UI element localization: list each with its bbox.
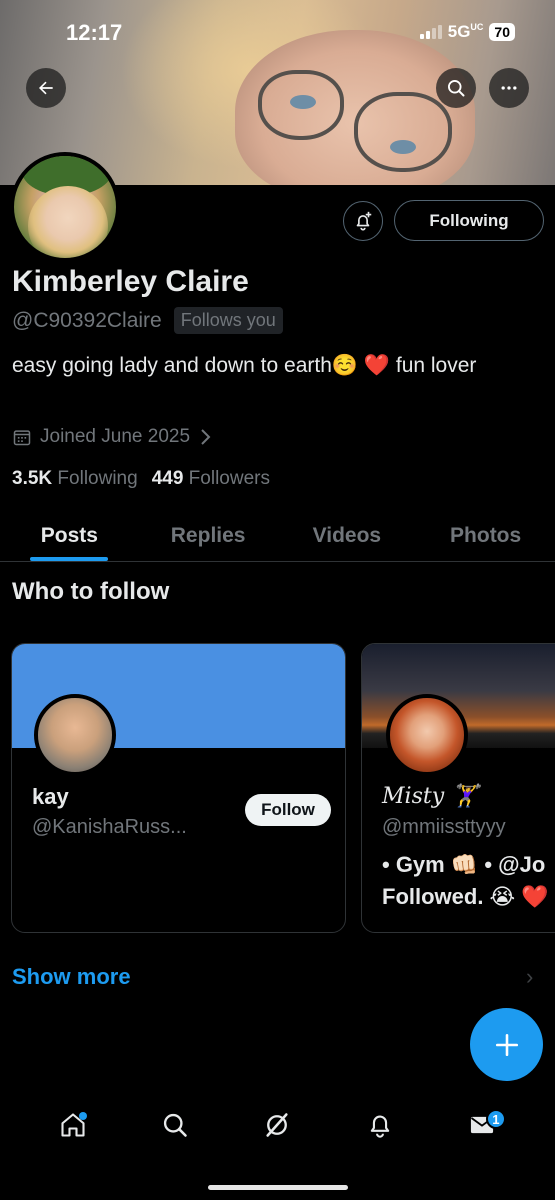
- search-icon: [164, 1113, 188, 1137]
- home-indicator: [207, 1185, 348, 1190]
- avatar[interactable]: [34, 694, 116, 776]
- profile-avatar[interactable]: [10, 152, 120, 262]
- chevron-right-icon: [201, 429, 211, 445]
- calendar-icon: [13, 430, 31, 446]
- profile-bio: easy going lady and down to earth☺️ ❤️ f…: [12, 354, 477, 377]
- status-indicators: 5GUC 70: [419, 22, 515, 42]
- following-stat[interactable]: 3.5K Following: [12, 468, 138, 490]
- tab-posts[interactable]: Posts: [0, 510, 139, 561]
- who-to-follow-title: Who to follow: [12, 578, 170, 605]
- profile-tabs: Posts Replies Videos Photos: [0, 510, 555, 562]
- search-button[interactable]: [436, 68, 476, 108]
- status-time: 12:17: [66, 20, 123, 45]
- back-button[interactable]: [26, 68, 66, 108]
- messages-badge: 1: [485, 1109, 506, 1129]
- follow-stats: 3.5K Following 449 Followers: [12, 468, 270, 490]
- handle-row: @C90392Claire Follows you: [12, 307, 283, 334]
- card-bio: • Gym 👊🏻 • @Jo Followed. 😭 ❤️: [382, 849, 549, 913]
- notifications-icon: [370, 1115, 389, 1138]
- bell-plus-icon: [356, 211, 372, 231]
- tab-photos[interactable]: Photos: [416, 510, 555, 561]
- followers-stat[interactable]: 449 Followers: [152, 468, 270, 490]
- chevron-right-icon: ›: [526, 964, 534, 989]
- profile-handle: @C90392Claire: [12, 308, 162, 332]
- compose-button[interactable]: [470, 1008, 543, 1081]
- signal-icon: [419, 25, 442, 39]
- nav-messages[interactable]: 1: [462, 1105, 506, 1145]
- suggestion-card[interactable]: Misty 🏋️‍♀️ @mmiissttyyy • Gym 👊🏻 • @Jo …: [361, 643, 555, 933]
- nav-grok[interactable]: [257, 1105, 297, 1145]
- follow-button[interactable]: Follow: [245, 794, 331, 826]
- search-icon: [448, 80, 465, 97]
- card-bio-line: Followed. 😭 ❤️: [382, 884, 549, 909]
- more-button[interactable]: [489, 68, 529, 108]
- battery-indicator: 70: [489, 23, 515, 41]
- nav-notifications[interactable]: [360, 1105, 400, 1145]
- following-button[interactable]: Following: [394, 200, 544, 241]
- nav-search[interactable]: [155, 1105, 195, 1145]
- tab-videos[interactable]: Videos: [278, 510, 417, 561]
- plus-icon: [495, 1033, 518, 1056]
- tab-replies[interactable]: Replies: [139, 510, 278, 561]
- grok-icon: [266, 1113, 289, 1137]
- joined-date[interactable]: Joined June 2025: [12, 426, 212, 448]
- follows-you-badge: Follows you: [173, 307, 283, 334]
- notify-button[interactable]: [343, 201, 383, 241]
- show-more-link[interactable]: Show more: [12, 964, 131, 990]
- bottom-nav: 1: [0, 1095, 555, 1155]
- avatar[interactable]: [386, 694, 468, 776]
- card-handle: @mmiissttyyy: [382, 816, 506, 838]
- card-name: kay: [32, 784, 69, 809]
- network-label: 5GUC: [447, 22, 484, 41]
- card-handle: @KanishaRuss...: [32, 816, 187, 838]
- nav-home[interactable]: [53, 1105, 93, 1145]
- profile-name: Kimberley Claire: [12, 265, 249, 298]
- suggestion-card[interactable]: kay @KanishaRuss... Follow: [11, 643, 346, 933]
- joined-label: Joined June 2025: [40, 426, 191, 447]
- card-name: Misty 🏋️‍♀️: [382, 784, 479, 809]
- ellipsis-icon: [501, 86, 517, 90]
- card-bio-line: • Gym 👊🏻 • @Jo: [382, 852, 546, 877]
- arrow-left-icon: [39, 81, 53, 95]
